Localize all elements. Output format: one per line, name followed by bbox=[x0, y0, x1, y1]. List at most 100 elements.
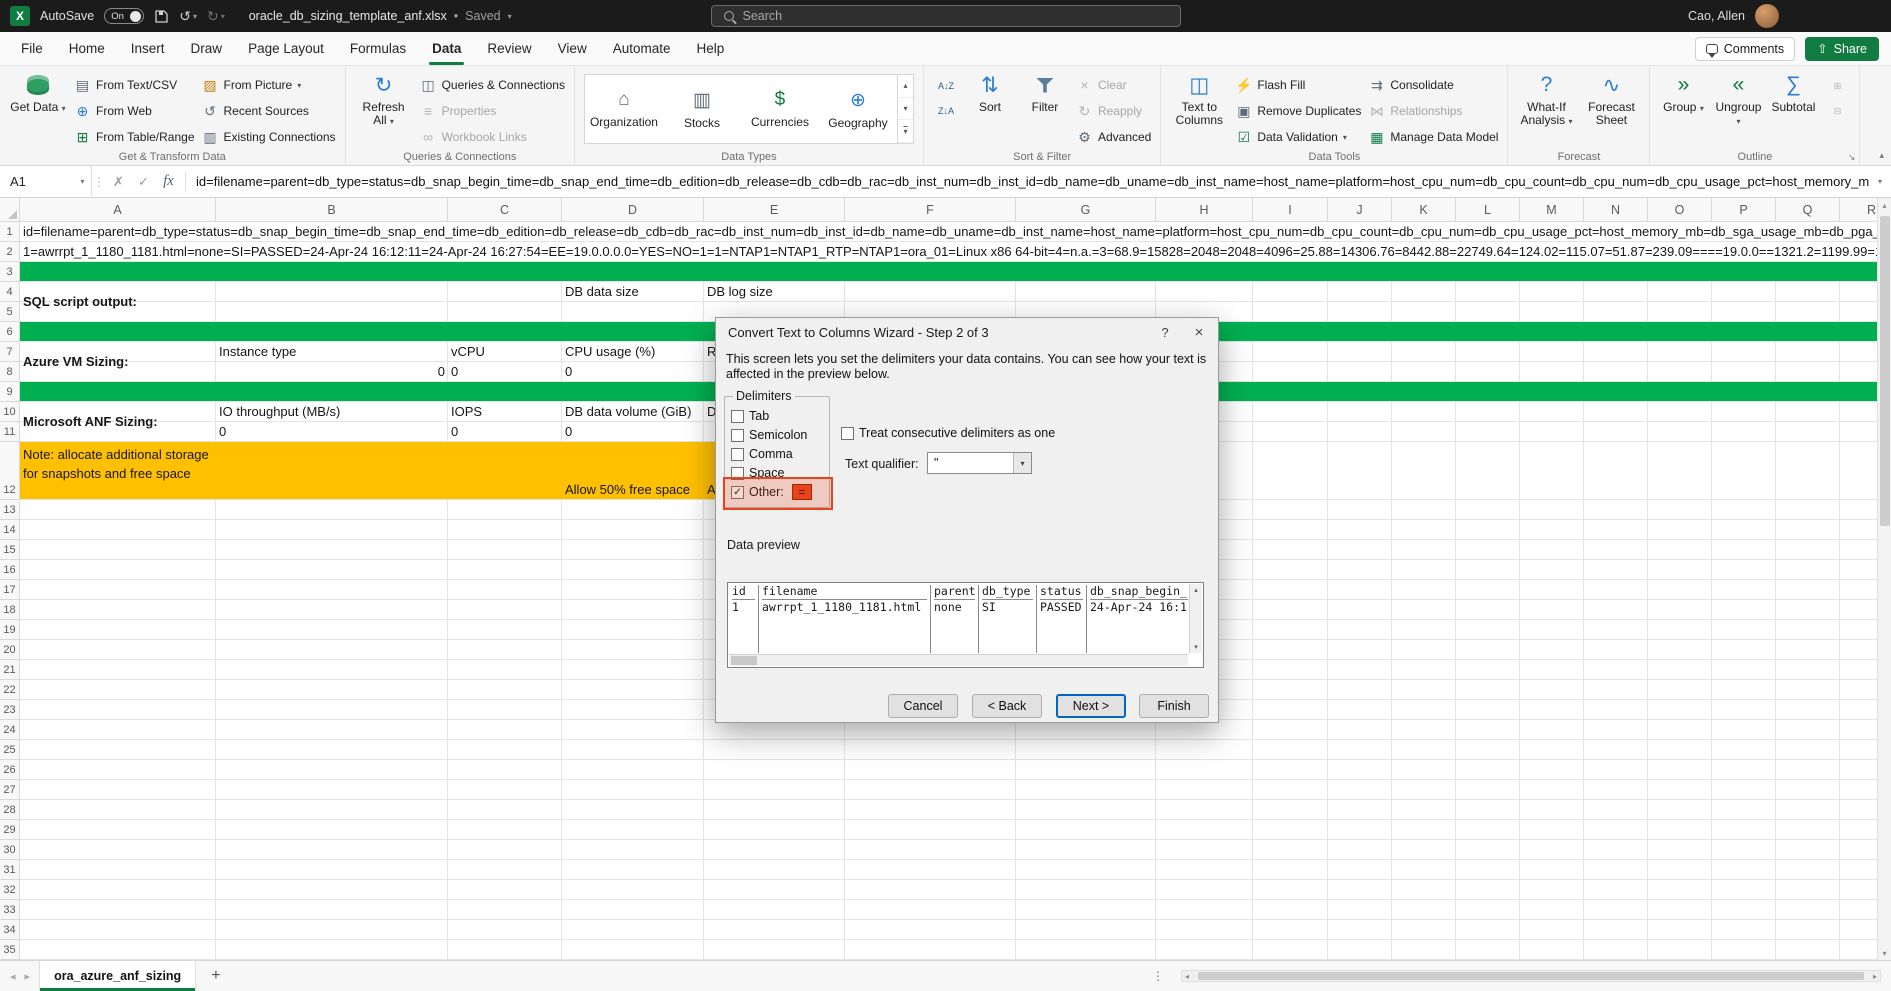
tab-data[interactable]: Data bbox=[419, 32, 474, 65]
column-header-P[interactable]: P bbox=[1712, 198, 1776, 221]
sheet-options-kebab-icon[interactable]: ⋮ bbox=[1152, 969, 1164, 983]
group-button[interactable]: » Group ▾ bbox=[1659, 72, 1707, 115]
scroll-left-icon[interactable]: ◂ bbox=[1185, 972, 1189, 981]
tab-automate[interactable]: Automate bbox=[600, 32, 684, 65]
horizontal-scroll-thumb[interactable] bbox=[1198, 972, 1864, 980]
row-header-30[interactable]: 30 bbox=[0, 840, 20, 860]
clear-filter-button[interactable]: ×Clear bbox=[1076, 74, 1151, 96]
tab-review[interactable]: Review bbox=[474, 32, 544, 65]
row-header-18[interactable]: 18 bbox=[0, 600, 20, 620]
tab-delimiter-checkbox[interactable]: Tab bbox=[731, 408, 769, 424]
column-header-A[interactable]: A bbox=[20, 198, 216, 221]
enter-entry-button[interactable]: ✓ bbox=[131, 166, 156, 197]
cell-A1[interactable]: id=filename=parent=db_type=status=db_sna… bbox=[20, 222, 1891, 242]
consolidate-button[interactable]: ⇉Consolidate bbox=[1368, 74, 1498, 96]
cancel-button[interactable]: Cancel bbox=[888, 694, 958, 718]
column-header-Q[interactable]: Q bbox=[1776, 198, 1840, 221]
comma-delimiter-checkbox[interactable]: Comma bbox=[731, 446, 793, 462]
sort-za-button[interactable]: Z↓A bbox=[933, 100, 959, 122]
tab-formulas[interactable]: Formulas bbox=[337, 32, 419, 65]
row-header-34[interactable]: 34 bbox=[0, 920, 20, 940]
subtotal-button[interactable]: ∑ Subtotal bbox=[1769, 72, 1817, 114]
row-header-12[interactable]: 12 bbox=[0, 442, 20, 500]
data-validation-button[interactable]: ☑Data Validation▾ bbox=[1235, 126, 1361, 148]
what-if-analysis-button[interactable]: ? What-If Analysis ▾ bbox=[1517, 72, 1575, 128]
properties-button[interactable]: ≡Properties bbox=[420, 100, 565, 122]
cell-A12-note[interactable]: Note: allocate additional storage for sn… bbox=[23, 444, 215, 501]
from-table-range-button[interactable]: ⊞From Table/Range bbox=[74, 126, 195, 148]
cell-B10-io-throughput[interactable]: IO throughput (MB/s) bbox=[219, 402, 340, 422]
dialog-close-button[interactable]: × bbox=[1182, 318, 1216, 346]
collapse-ribbon-button[interactable]: ▴ bbox=[1879, 150, 1884, 161]
cell-B11[interactable]: 0 bbox=[219, 422, 226, 442]
next-button[interactable]: Next > bbox=[1056, 694, 1126, 718]
existing-connections-button[interactable]: ▥Existing Connections bbox=[202, 126, 336, 148]
from-picture-button[interactable]: ▨From Picture▾ bbox=[202, 74, 336, 96]
queries-connections-button[interactable]: ◫Queries & Connections bbox=[420, 74, 565, 96]
tab-insert[interactable]: Insert bbox=[118, 32, 178, 65]
cell-C11[interactable]: 0 bbox=[451, 422, 458, 442]
redo-button[interactable]: ↻▾ bbox=[207, 8, 225, 25]
cell-D7-cpu-usage[interactable]: CPU usage (%) bbox=[565, 342, 655, 362]
text-to-columns-button[interactable]: ◫ Text to Columns bbox=[1170, 72, 1228, 127]
sort-az-button[interactable]: A↓Z bbox=[933, 75, 959, 97]
show-detail-button[interactable]: ⊞ bbox=[1824, 75, 1850, 97]
column-header-H[interactable]: H bbox=[1156, 198, 1253, 221]
flash-fill-button[interactable]: ⚡Flash Fill bbox=[1235, 74, 1361, 96]
advanced-filter-button[interactable]: ⚙Advanced bbox=[1076, 126, 1151, 148]
gallery-more-button[interactable]: ▾ bbox=[898, 120, 913, 143]
preview-horizontal-scrollbar[interactable] bbox=[729, 654, 1188, 666]
tab-draw[interactable]: Draw bbox=[178, 32, 236, 65]
row-header-15[interactable]: 15 bbox=[0, 540, 20, 560]
column-header-E[interactable]: E bbox=[704, 198, 845, 221]
remove-duplicates-button[interactable]: ▣Remove Duplicates bbox=[1235, 100, 1361, 122]
row-header-4[interactable]: 4 bbox=[0, 282, 20, 302]
forecast-sheet-button[interactable]: ∿ Forecast Sheet bbox=[1582, 72, 1640, 127]
formula-input[interactable]: id=filename=parent=db_type=status=db_sna… bbox=[190, 166, 1869, 197]
dialog-title-bar[interactable]: Convert Text to Columns Wizard - Step 2 … bbox=[716, 318, 1218, 346]
row-header-3[interactable]: 3 bbox=[0, 262, 20, 282]
gallery-scroll-up-button[interactable]: ▴ bbox=[898, 75, 913, 98]
sort-button[interactable]: ⇅ Sort bbox=[966, 72, 1014, 114]
row-header-21[interactable]: 21 bbox=[0, 660, 20, 680]
horizontal-scrollbar[interactable]: ◂ ▸ bbox=[1181, 970, 1881, 982]
other-delimiter-checkbox[interactable]: ✓ Other: = bbox=[731, 484, 812, 500]
row-header-31[interactable]: 31 bbox=[0, 860, 20, 880]
row-header-11[interactable]: 11 bbox=[0, 422, 20, 442]
ungroup-button[interactable]: « Ungroup ▾ bbox=[1714, 72, 1762, 128]
row-header-28[interactable]: 28 bbox=[0, 800, 20, 820]
column-header-I[interactable]: I bbox=[1253, 198, 1328, 221]
row-header-26[interactable]: 26 bbox=[0, 760, 20, 780]
manage-data-model-button[interactable]: ▦Manage Data Model bbox=[1368, 126, 1498, 148]
row-header-7[interactable]: 7 bbox=[0, 342, 20, 362]
cell-D8[interactable]: 0 bbox=[565, 362, 572, 382]
cell-D11[interactable]: 0 bbox=[565, 422, 572, 442]
row-header-2[interactable]: 2 bbox=[0, 242, 20, 262]
row-header-17[interactable]: 17 bbox=[0, 580, 20, 600]
preview-scroll-up-icon[interactable]: ▴ bbox=[1194, 586, 1198, 594]
text-qualifier-select[interactable]: " ▾ bbox=[927, 452, 1032, 474]
column-header-K[interactable]: K bbox=[1392, 198, 1456, 221]
outline-dialog-launcher[interactable]: ↘ bbox=[1848, 152, 1856, 163]
vertical-scrollbar[interactable]: ▴ ▾ bbox=[1877, 198, 1891, 960]
row-header-19[interactable]: 19 bbox=[0, 620, 20, 640]
row-header-23[interactable]: 23 bbox=[0, 700, 20, 720]
row-header-14[interactable]: 14 bbox=[0, 520, 20, 540]
row-header-9[interactable]: 9 bbox=[0, 382, 20, 402]
from-web-button[interactable]: ⊕From Web bbox=[74, 100, 195, 122]
excel-app-icon[interactable]: X bbox=[10, 6, 30, 26]
relationships-button[interactable]: ⋈Relationships bbox=[1368, 100, 1498, 122]
autosave-toggle[interactable]: On bbox=[104, 8, 144, 24]
column-header-M[interactable]: M bbox=[1520, 198, 1584, 221]
column-header-B[interactable]: B bbox=[216, 198, 448, 221]
cell-D12-allow-free-space[interactable]: Allow 50% free space bbox=[565, 480, 690, 500]
insert-function-button[interactable]: fx bbox=[156, 166, 181, 197]
row-header-16[interactable]: 16 bbox=[0, 560, 20, 580]
search-box[interactable]: Search bbox=[711, 5, 1181, 27]
row-header-10[interactable]: 10 bbox=[0, 402, 20, 422]
sheet-tab-ora-azure-anf-sizing[interactable]: ora_azure_anf_sizing bbox=[39, 961, 196, 991]
row-header-29[interactable]: 29 bbox=[0, 820, 20, 840]
row-header-35[interactable]: 35 bbox=[0, 940, 20, 960]
previous-sheet-button[interactable]: ◂ bbox=[10, 970, 16, 983]
select-all-button[interactable] bbox=[0, 198, 20, 221]
